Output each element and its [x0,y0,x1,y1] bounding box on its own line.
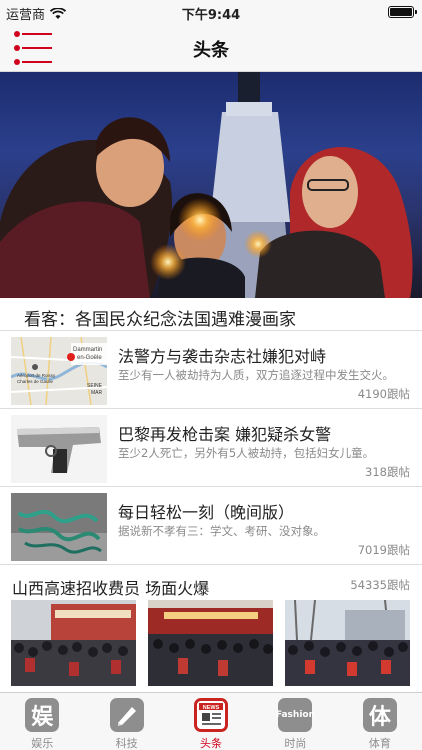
news-item[interactable]: 每日轻松一刻（晚间版） 据说新不孝有三：学文、考研、没对象。 7019跟帖 [0,487,422,565]
comment-count: 7019跟帖 [357,543,410,557]
tab-label: 娱乐 [31,737,54,750]
crowd-photo [148,600,273,686]
news-description: 据说新不孝有三：学文、考研、没对象。 [118,524,325,538]
hero-image[interactable] [0,72,422,298]
hero-caption[interactable]: 看客：各国民众纪念法国遇难漫画家 [0,298,422,331]
tab-bar: 娱 娱乐 科技 NEWS 头条 Fashion 时尚 体 体育 [0,692,422,750]
battery-icon [388,6,417,18]
map-label: SEINE [87,383,103,389]
map-label: en-Goële [77,355,102,361]
tab-label: 头条 [200,737,223,750]
news-description: 至少有一人被劫持为人质，双方追逐过程中发生交火。 [118,368,394,382]
menu-line-icon [22,33,52,35]
tab-fashion[interactable]: Fashion 时尚 [253,693,337,750]
map-label: MAR [91,390,103,396]
news-description: 至少2人死亡，另外有5人被劫持，包括妇女儿童。 [118,446,375,460]
news-title: 法警方与袭击杂志社嫌犯对峙 [118,347,327,366]
sculpture-thumbnail [11,493,107,561]
fashion-icon: Fashion [276,698,315,732]
entertainment-icon: 娱 [25,698,60,732]
comment-count: 54335跟帖 [350,578,410,592]
status-bar: 运营商 下午9:44 [0,0,422,24]
map-label: Aéroport de Roissy [17,373,56,378]
tab-label: 科技 [115,737,138,750]
tab-sports[interactable]: 体 体育 [338,693,422,750]
comment-count: 318跟帖 [365,465,410,479]
map-label: Charles de Gaulle [17,379,54,384]
map-thumbnail: Dammartin en-Goële Aéroport de Roissy Ch… [11,337,107,405]
tab-label: 体育 [368,737,391,750]
tab-entertainment[interactable]: 娱 娱乐 [0,693,84,750]
news-item[interactable]: 巴黎再发枪击案 嫌犯疑杀女警 至少2人死亡，另外有5人被劫持，包括妇女儿童。 3… [0,409,422,487]
news-item[interactable]: Dammartin en-Goële Aéroport de Roissy Ch… [0,331,422,409]
svg-text:NEWS: NEWS [203,705,220,711]
photo-set-item[interactable]: 山西高速招收费员 场面火爆 54335跟帖 [0,569,422,691]
status-time: 下午9:44 [181,8,241,23]
crowd-photo [11,600,136,686]
page-title: 头条 [193,40,229,61]
crowd-photo [285,600,410,686]
tab-tech[interactable]: 科技 [84,693,168,750]
map-label: Dammartin [73,347,102,353]
comment-count: 4190跟帖 [357,387,410,401]
news-title: 每日轻松一刻（晚间版） [118,503,295,522]
tab-label: 时尚 [284,737,307,750]
hero-photo [0,72,413,298]
tab-headline[interactable]: NEWS 头条 [169,693,253,750]
tech-icon [109,698,144,732]
pistol-thumbnail [11,415,107,483]
photo-set-title: 山西高速招收费员 场面火爆 [12,579,210,598]
nav-bar: 头条 [0,24,422,72]
news-title: 巴黎再发枪击案 嫌犯疑杀女警 [118,425,332,444]
headline-icon: NEWS [194,698,229,732]
sports-icon: 体 [362,698,397,732]
